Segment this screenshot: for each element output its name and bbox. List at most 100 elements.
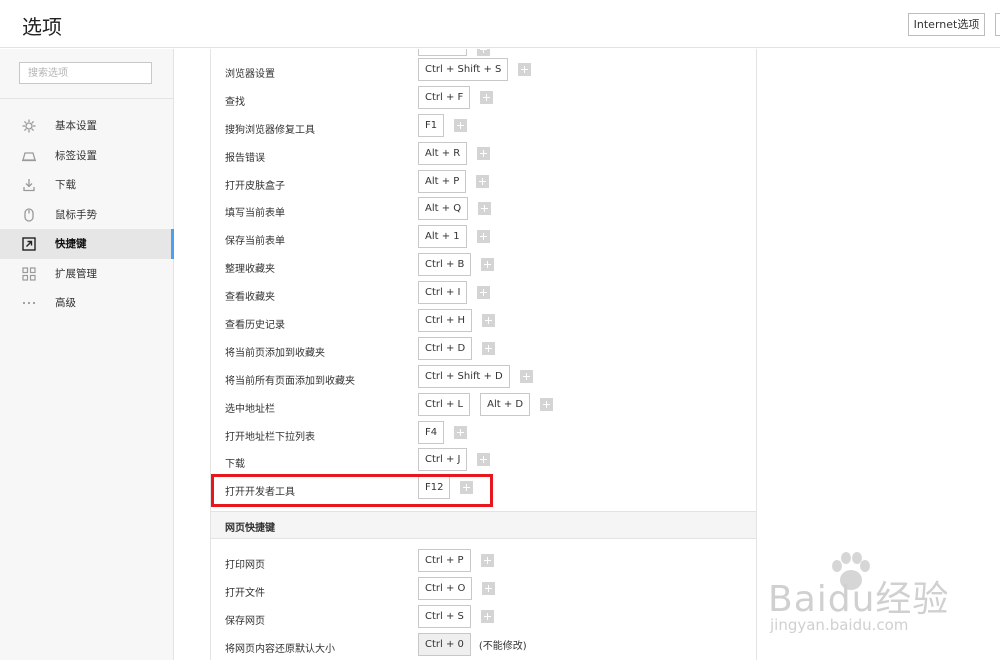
sidebar: 基本设置标签设置下载鼠标手势快捷键扩展管理高级 <box>0 49 174 660</box>
shortcut-keys: F1 <box>418 113 477 137</box>
key-field[interactable]: Alt + P <box>418 169 467 193</box>
shortcut-row: 下载 Ctrl + J <box>211 447 756 475</box>
shortcut-row: 打开皮肤盒子 Alt + P <box>211 169 756 197</box>
web-shortcut-rows: 打印网页 Ctrl + P 打开文件 Ctrl + O 保存网页 Ctrl + S 将网页内… <box>211 548 756 660</box>
shortcut-row: 查看收藏夹 Ctrl + I <box>211 280 756 308</box>
sidebar-item-label: 快捷键 <box>55 238 87 250</box>
paw-icon <box>832 552 870 590</box>
shortcut-icon <box>22 236 36 251</box>
section-header: 网页快捷键 <box>211 511 756 540</box>
key-field[interactable]: Alt + R <box>418 141 468 165</box>
shortcut-label: 查找 <box>225 96 245 108</box>
shortcut-keys: Ctrl + L Alt + D <box>418 392 563 416</box>
header: 选项 Internet选项 <box>0 0 1000 48</box>
add-key-icon[interactable] <box>454 118 468 132</box>
page-title: 选项 <box>22 15 62 39</box>
shortcut-label: 将当前所有页面添加到收藏夹 <box>225 375 355 387</box>
shortcut-row: 选中地址栏 Ctrl + L Alt + D <box>211 392 756 420</box>
sidebar-item[interactable]: 高级 <box>0 288 174 318</box>
sidebar-item[interactable]: 基本设置 <box>0 111 174 141</box>
add-key-icon[interactable] <box>519 369 533 383</box>
shortcut-keys: Alt + 1 <box>418 225 500 249</box>
sidebar-item-label: 基本设置 <box>55 120 97 132</box>
add-key-icon[interactable] <box>477 453 491 467</box>
key-field[interactable]: Ctrl + S <box>418 605 471 629</box>
sidebar-item-label: 标签设置 <box>55 149 97 162</box>
shortcut-keys: Ctrl + S <box>418 605 504 629</box>
shortcut-label: 打开文件 <box>225 588 265 600</box>
add-key-icon[interactable] <box>476 174 490 188</box>
sidebar-nav: 基本设置标签设置下载鼠标手势快捷键扩展管理高级 <box>0 111 174 318</box>
key-field[interactable]: Ctrl + Shift + S <box>418 58 509 81</box>
search-input[interactable] <box>19 62 152 84</box>
sidebar-item[interactable]: 鼠标手势 <box>0 200 174 230</box>
add-key-icon[interactable] <box>476 230 490 244</box>
options-window: 选项 Internet选项 基本设置标签设置下载鼠标手势快捷键扩展管理高级 浏览… <box>0 0 1000 660</box>
add-key-icon[interactable] <box>454 425 468 439</box>
key-field[interactable]: Ctrl + D <box>418 336 473 360</box>
overflow-button[interactable] <box>995 13 1000 36</box>
internet-options-button[interactable]: Internet选项 <box>908 13 985 36</box>
key-field[interactable]: Alt + 1 <box>418 225 467 249</box>
add-key-icon[interactable] <box>477 146 491 160</box>
locked-note: (不能修改) <box>478 640 527 652</box>
shortcut-label: 浏览器设置 <box>225 69 275 80</box>
add-key-icon[interactable] <box>480 554 494 568</box>
add-key-icon[interactable] <box>480 610 494 624</box>
key-field[interactable]: Alt + Q <box>418 197 469 221</box>
sidebar-item-label: 扩展管理 <box>55 267 97 280</box>
add-key-icon[interactable] <box>540 397 554 411</box>
sidebar-item[interactable]: 标签设置 <box>0 141 174 171</box>
add-key-icon[interactable] <box>482 582 496 596</box>
download-icon <box>22 177 36 192</box>
shortcut-keys: Alt + R <box>418 141 500 165</box>
shortcut-row: 填写当前表单 Alt + Q <box>211 196 756 224</box>
add-key-icon[interactable] <box>518 63 532 76</box>
shortcut-keys: Ctrl + J <box>418 448 500 472</box>
key-field[interactable]: F1 <box>418 113 445 137</box>
tab-icon <box>22 148 36 162</box>
shortcut-row: 保存当前表单 Alt + 1 <box>211 224 756 252</box>
shortcut-keys: Ctrl + D <box>418 336 505 360</box>
highlight-annotation <box>211 474 493 507</box>
add-key-icon[interactable] <box>480 90 494 104</box>
shortcut-keys: Alt + P <box>418 169 499 193</box>
shortcut-row: 打开地址栏下拉列表 F4 <box>211 420 756 448</box>
more-icon <box>22 295 36 309</box>
shortcut-row: 查看历史记录 Ctrl + H <box>211 308 756 336</box>
add-key-icon[interactable] <box>477 49 490 56</box>
add-key-icon[interactable] <box>482 341 496 355</box>
key-field[interactable] <box>418 49 467 56</box>
key-field[interactable]: Ctrl + I <box>418 281 468 305</box>
shortcut-keys: Ctrl + B <box>418 253 504 277</box>
add-key-icon[interactable] <box>478 202 492 216</box>
watermark-logo: Baidu经验 <box>768 579 950 620</box>
key-field[interactable]: Ctrl + B <box>418 253 472 277</box>
key-field[interactable]: Ctrl + J <box>418 448 468 472</box>
shortcut-label: 查看历史记录 <box>225 320 285 332</box>
key-field[interactable]: Ctrl + O <box>418 577 473 601</box>
shortcut-rows: 浏览器设置 Ctrl + Shift + S 查找 Ctrl + F 搜狗浏览器修复工具… <box>211 57 756 503</box>
key-field[interactable]: Alt + D <box>480 392 531 416</box>
partial-row <box>211 49 756 57</box>
key-field[interactable]: Ctrl + Shift + D <box>418 364 510 388</box>
sidebar-item[interactable]: 扩展管理 <box>0 259 174 289</box>
key-field[interactable]: F4 <box>418 420 445 444</box>
sidebar-item[interactable]: 下载 <box>0 170 174 200</box>
shortcut-row: 将当前所有页面添加到收藏夹 Ctrl + Shift + D <box>211 364 756 392</box>
key-field[interactable]: Ctrl + L <box>418 392 471 416</box>
shortcut-row: 整理收藏夹 Ctrl + B <box>211 252 756 280</box>
shortcut-label: 打开地址栏下拉列表 <box>225 431 315 443</box>
key-field[interactable]: Ctrl + F <box>418 85 471 109</box>
add-key-icon[interactable] <box>481 258 495 272</box>
add-key-icon[interactable] <box>482 314 496 328</box>
sidebar-item-label: 鼠标手势 <box>55 208 97 221</box>
shortcut-keys: Ctrl + H <box>418 309 505 333</box>
sidebar-item[interactable]: 快捷键 <box>0 229 174 259</box>
add-key-icon[interactable] <box>477 286 491 300</box>
watermark-url: jingyan.baidu.com <box>770 616 909 634</box>
shortcut-keys: F4 <box>418 420 477 444</box>
shortcut-keys: Ctrl + F <box>418 85 503 109</box>
key-field[interactable]: Ctrl + P <box>418 549 471 573</box>
key-field[interactable]: Ctrl + H <box>418 309 473 333</box>
